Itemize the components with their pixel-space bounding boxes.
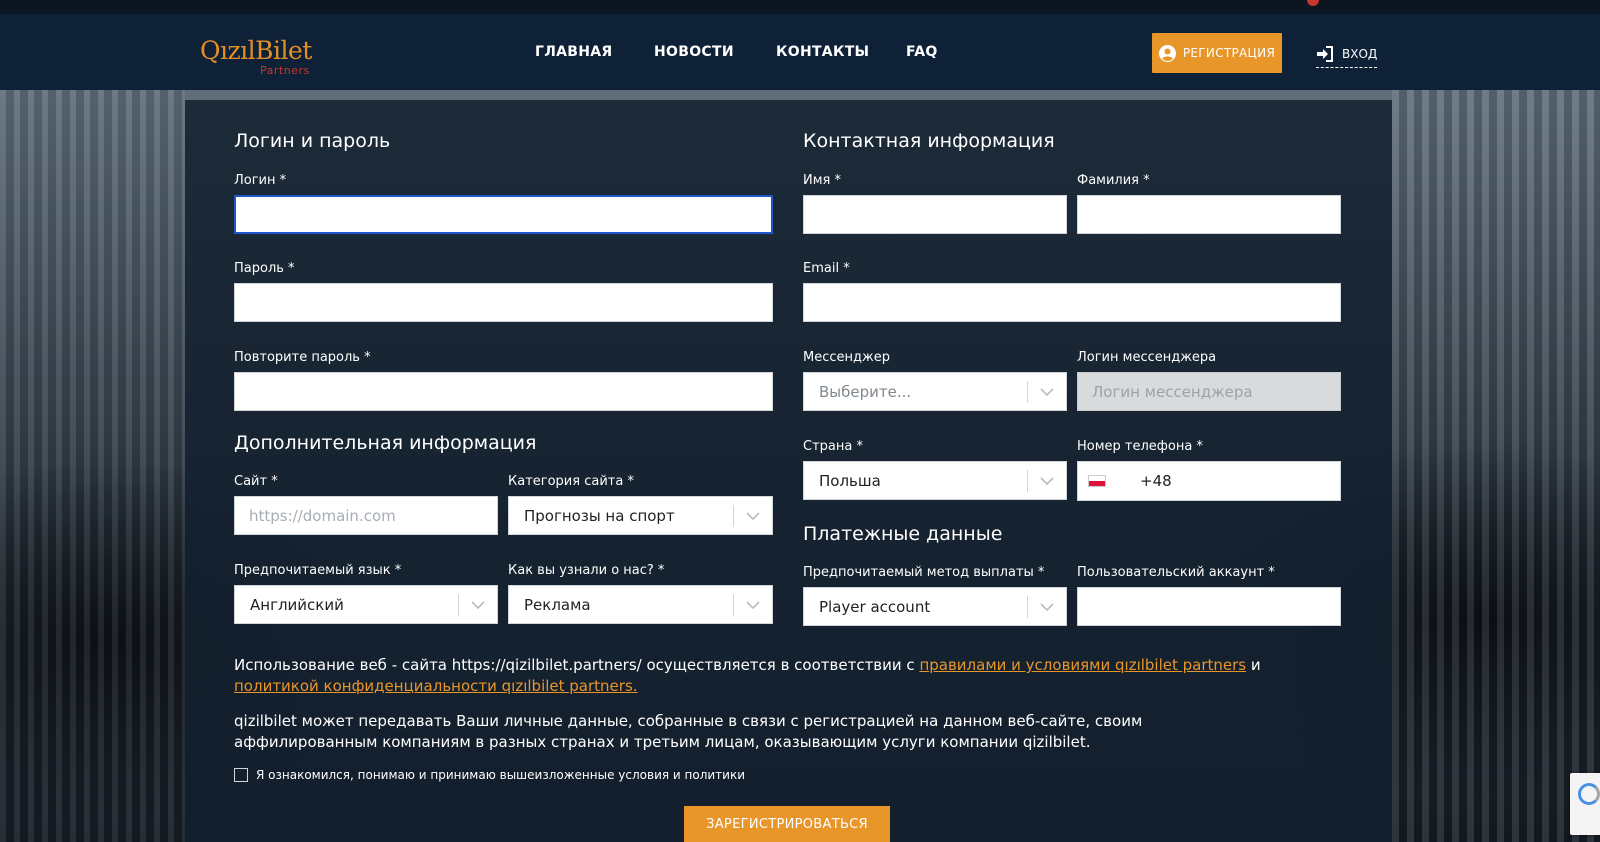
logo-sub-text: Partners <box>260 64 310 77</box>
data-sharing-text: qizilbilet может передавать Ваши личные … <box>234 712 1143 751</box>
payment-section-title: Платежные данные <box>803 523 1003 545</box>
login-link[interactable]: ВХОД <box>1316 44 1378 68</box>
recaptcha-badge[interactable] <box>1570 773 1600 835</box>
user-account-label: Пользовательский аккаунт * <box>1077 565 1275 580</box>
top-strip <box>0 0 1600 14</box>
terms-text: Использование веб - сайта https://qizilb… <box>234 655 1294 697</box>
poland-flag-icon[interactable] <box>1088 475 1106 487</box>
terms-accept-row[interactable]: Я ознакомился, понимаю и принимаю вышеиз… <box>234 768 745 782</box>
terms-accept-checkbox[interactable] <box>234 768 248 782</box>
messenger-login-input[interactable] <box>1077 372 1341 411</box>
email-input[interactable] <box>803 283 1341 322</box>
source-select[interactable]: Реклама <box>508 585 773 624</box>
chevron-down-icon <box>459 586 497 623</box>
password-repeat-input[interactable] <box>234 372 773 411</box>
nav-item-news[interactable]: НОВОСТИ <box>654 44 734 60</box>
messenger-login-label: Логин мессенджера <box>1077 350 1217 365</box>
sign-in-icon <box>1317 46 1333 62</box>
language-select-value: Английский <box>250 595 344 614</box>
nav-item-home[interactable]: ГЛАВНАЯ <box>535 44 613 60</box>
last-name-label: Фамилия * <box>1077 173 1150 188</box>
chevron-down-icon <box>734 497 772 534</box>
login-section-title: Логин и пароль <box>234 130 391 152</box>
password-label: Пароль * <box>234 261 295 276</box>
messenger-select-value: Выберите... <box>819 382 912 401</box>
background-curtain-left <box>0 90 185 842</box>
password-repeat-label: Повторите пароль * <box>234 350 371 365</box>
site-label: Сайт * <box>234 474 278 489</box>
register-button-label: РЕГИСТРАЦИЯ <box>1182 46 1276 60</box>
payment-method-select-value: Player account <box>819 597 931 616</box>
background-curtain-right <box>1392 90 1600 842</box>
phone-input[interactable]: +48 <box>1077 461 1341 501</box>
contact-section-title: Контактная информация <box>803 130 1055 152</box>
messenger-label: Мессенджер <box>803 350 890 365</box>
login-input[interactable] <box>234 195 773 234</box>
user-circle-icon <box>1158 44 1176 62</box>
phone-label: Номер телефона * <box>1077 439 1203 454</box>
login-label: Логин * <box>234 173 287 188</box>
category-select[interactable]: Прогнозы на спорт <box>508 496 773 535</box>
email-label: Email * <box>803 261 850 276</box>
extra-section-title: Дополнительная информация <box>234 432 537 454</box>
last-name-input[interactable] <box>1077 195 1341 234</box>
chevron-down-icon <box>1028 462 1066 499</box>
messenger-select[interactable]: Выберите... <box>803 372 1067 411</box>
first-name-label: Имя * <box>803 173 841 188</box>
site-header: QızılBilet Partners ГЛАВНАЯ НОВОСТИ КОНТ… <box>0 14 1600 90</box>
terms-conditions-link[interactable]: правилами и условиями qızılbilet partner… <box>919 656 1246 674</box>
source-label: Как вы узнали о нас? * <box>508 563 665 578</box>
user-account-input[interactable] <box>1077 587 1341 626</box>
recaptcha-icon <box>1578 783 1600 805</box>
source-select-value: Реклама <box>524 595 591 614</box>
country-select-value: Польша <box>819 471 881 490</box>
language-select[interactable]: Английский <box>234 585 498 624</box>
terms-line1-prefix: Использование веб - сайта https://qizilb… <box>234 656 920 674</box>
chevron-down-icon <box>1028 588 1066 625</box>
submit-registration-button[interactable]: ЗАРЕГИСТРИРОВАТЬСЯ <box>684 806 890 842</box>
payment-method-label: Предпочитаемый метод выплаты * <box>803 565 1045 580</box>
chevron-down-icon <box>1028 373 1066 410</box>
phone-country-code: +48 <box>1140 472 1172 490</box>
privacy-policy-link[interactable]: политикой конфиденциальности qızılbilet … <box>234 677 638 695</box>
nav-item-contacts[interactable]: КОНТАКТЫ <box>776 44 869 60</box>
chevron-down-icon <box>734 586 772 623</box>
category-select-value: Прогнозы на спорт <box>524 506 675 525</box>
country-select[interactable]: Польша <box>803 461 1067 500</box>
first-name-input[interactable] <box>803 195 1067 234</box>
terms-accept-label[interactable]: Я ознакомился, понимаю и принимаю вышеиз… <box>256 768 745 782</box>
category-label: Категория сайта * <box>508 474 634 489</box>
country-label: Страна * <box>803 439 863 454</box>
register-button[interactable]: РЕГИСТРАЦИЯ <box>1152 33 1282 73</box>
language-label: Предпочитаемый язык * <box>234 563 402 578</box>
payment-method-select[interactable]: Player account <box>803 587 1067 626</box>
login-link-label: ВХОД <box>1342 47 1378 61</box>
nav-item-faq[interactable]: FAQ <box>906 44 938 60</box>
password-input[interactable] <box>234 283 773 322</box>
site-input[interactable] <box>234 496 498 535</box>
terms-line1-suffix: и <box>1246 656 1261 674</box>
